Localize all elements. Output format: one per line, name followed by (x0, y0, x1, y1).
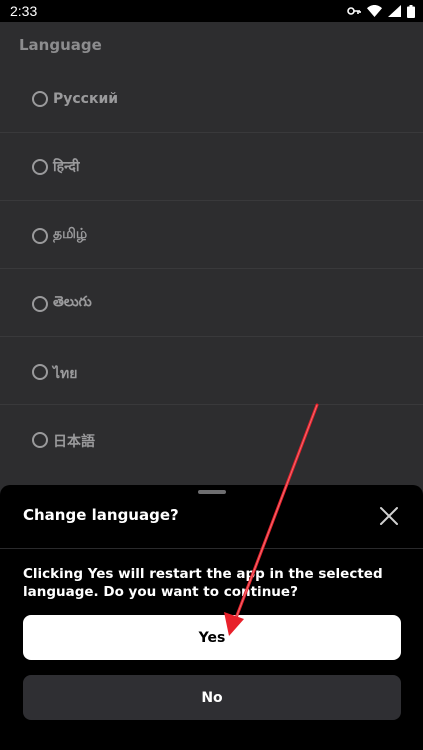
language-option-tamil[interactable]: தமிழ் (0, 201, 423, 269)
wifi-icon (367, 5, 382, 17)
yes-button[interactable]: Yes (23, 615, 401, 660)
radio-unselected-icon[interactable] (32, 364, 48, 380)
language-option-russian[interactable]: Русский (0, 65, 423, 133)
divider (0, 548, 423, 549)
language-option-telugu[interactable]: తెలుగు (0, 269, 423, 337)
radio-unselected-icon[interactable] (32, 159, 48, 175)
signal-icon (388, 5, 401, 17)
radio-unselected-icon[interactable] (32, 91, 48, 107)
page-title: Language (19, 36, 102, 54)
close-icon (380, 507, 398, 525)
battery-icon (407, 4, 415, 18)
dialog-message: Clicking Yes will restart the app in the… (23, 566, 383, 600)
language-label: ไทย (53, 366, 78, 382)
dialog-title: Change language? (23, 506, 179, 524)
radio-unselected-icon[interactable] (32, 228, 48, 244)
language-label: हिन्दी (53, 159, 80, 175)
language-option-hindi[interactable]: हिन्दी (0, 133, 423, 201)
language-label: Русский (53, 91, 119, 107)
status-time: 2:33 (10, 3, 38, 19)
radio-unselected-icon[interactable] (32, 432, 48, 448)
status-bar: 2:33 (0, 0, 423, 22)
vpn-key-icon (347, 6, 361, 16)
radio-unselected-icon[interactable] (32, 296, 48, 312)
close-button[interactable] (376, 503, 402, 529)
status-icons (347, 4, 415, 18)
change-language-bottom-sheet: Change language? Clicking Yes will resta… (0, 485, 423, 750)
no-button[interactable]: No (23, 675, 401, 720)
drag-handle[interactable] (198, 490, 226, 494)
language-option-japanese[interactable]: 日本語 (0, 405, 423, 473)
language-label: தமிழ் (53, 226, 88, 242)
language-option-thai[interactable]: ไทย (0, 337, 423, 405)
language-label: తెలుగు (53, 294, 92, 310)
language-label: 日本語 (53, 434, 95, 450)
